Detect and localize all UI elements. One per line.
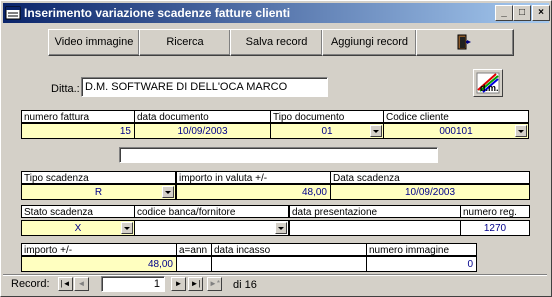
ditta-field[interactable]: D.M. SOFTWARE DI DELL'OCA MARCO — [81, 77, 328, 97]
record-number-field[interactable]: 1 — [101, 276, 165, 292]
data-scadenza-field[interactable]: 10/09/2003 — [330, 184, 530, 200]
codice-cliente-select[interactable]: 000101 — [383, 123, 529, 139]
record-label: Record: — [11, 278, 50, 290]
exit-button[interactable] — [416, 29, 514, 56]
record-total-label: di 16 — [233, 279, 257, 291]
tipo-documento-select[interactable]: 01 — [270, 123, 384, 139]
importo-valuta-label: importo in valuta +/- — [176, 171, 331, 184]
codice-banca-label: codice banca/fornitore — [134, 205, 289, 218]
tipo-scadenza-dropdown-icon[interactable] — [162, 186, 174, 198]
importo-field[interactable]: 48,00 — [21, 256, 177, 272]
ricerca-button[interactable]: Ricerca — [139, 29, 231, 56]
record-number-value: 1 — [153, 278, 160, 290]
numero-reg-label: numero reg. — [460, 205, 530, 218]
data-documento-field[interactable]: 10/09/2003 — [134, 123, 271, 139]
close-button[interactable]: × — [532, 5, 550, 21]
data-documento-label: data documento — [134, 110, 271, 123]
maximize-button[interactable]: □ — [513, 5, 531, 21]
ditta-value: D.M. SOFTWARE DI DELL'OCA MARCO — [85, 81, 288, 93]
tipo-scadenza-value: R — [94, 187, 103, 198]
data-presentazione-field[interactable] — [289, 220, 461, 236]
numero-immagine-label: numero immagine — [366, 243, 477, 256]
dm-logo-button[interactable]: d.m. — [473, 69, 503, 97]
ann-label: a=ann — [176, 243, 212, 256]
door-exit-icon — [457, 34, 471, 50]
data-scadenza-label: Data scadenza — [330, 171, 530, 184]
cliente-description-field[interactable] — [119, 147, 438, 163]
numero-reg-field[interactable]: 1270 — [460, 220, 530, 236]
dm-logo-text: d.m. — [480, 83, 499, 93]
importo-label: importo +/- — [21, 243, 177, 256]
window-title: Inserimento variazione scadenze fatture … — [24, 6, 291, 20]
tipo-documento-dropdown-icon[interactable] — [370, 125, 382, 137]
data-incasso-field[interactable] — [211, 256, 367, 272]
numero-fattura-field[interactable]: 15 — [21, 123, 135, 139]
minimize-button[interactable]: _ — [495, 5, 513, 21]
last-record-button[interactable]: ►| — [188, 277, 203, 291]
numero-immagine-field[interactable]: 0 — [366, 256, 477, 272]
title-bar[interactable]: Inserimento variazione scadenze fatture … — [3, 3, 550, 23]
codice-cliente-label: Codice cliente — [383, 110, 529, 123]
first-record-button[interactable]: |◄ — [58, 277, 73, 291]
video-immagine-button[interactable]: Video immagine — [48, 29, 140, 56]
tipo-documento-label: Tipo documento — [270, 110, 384, 123]
tipo-scadenza-label: Tipo scadenza — [21, 171, 176, 184]
codice-cliente-dropdown-icon[interactable] — [515, 125, 527, 137]
importo-valuta-field[interactable]: 48,00 — [176, 184, 331, 200]
stato-scadenza-label: Stato scadenza — [21, 205, 135, 218]
prev-record-button[interactable]: ◄ — [74, 277, 89, 291]
data-incasso-label: data incasso — [211, 243, 367, 256]
ditta-label: Ditta.: — [51, 83, 80, 95]
new-record-button[interactable]: ►* — [207, 277, 222, 291]
salva-record-button[interactable]: Salva record — [230, 29, 323, 56]
tipo-documento-value: 01 — [321, 126, 333, 137]
tipo-scadenza-select[interactable]: R — [21, 184, 176, 200]
ann-field[interactable] — [176, 256, 212, 272]
aggiungi-record-button[interactable]: Aggiungi record — [322, 29, 417, 56]
stato-scadenza-select[interactable]: X — [21, 220, 135, 236]
data-presentazione-label: data presentazione — [289, 205, 461, 218]
form-icon — [5, 6, 21, 20]
numero-fattura-label: numero fattura — [21, 110, 135, 123]
main-window: Inserimento variazione scadenze fatture … — [0, 0, 552, 297]
next-record-button[interactable]: ► — [171, 277, 186, 291]
stato-scadenza-dropdown-icon[interactable] — [121, 222, 133, 234]
codice-cliente-value: 000101 — [439, 126, 473, 137]
codice-banca-select[interactable] — [134, 220, 289, 236]
codice-banca-dropdown-icon[interactable] — [275, 222, 287, 234]
stato-scadenza-value: X — [74, 223, 82, 234]
